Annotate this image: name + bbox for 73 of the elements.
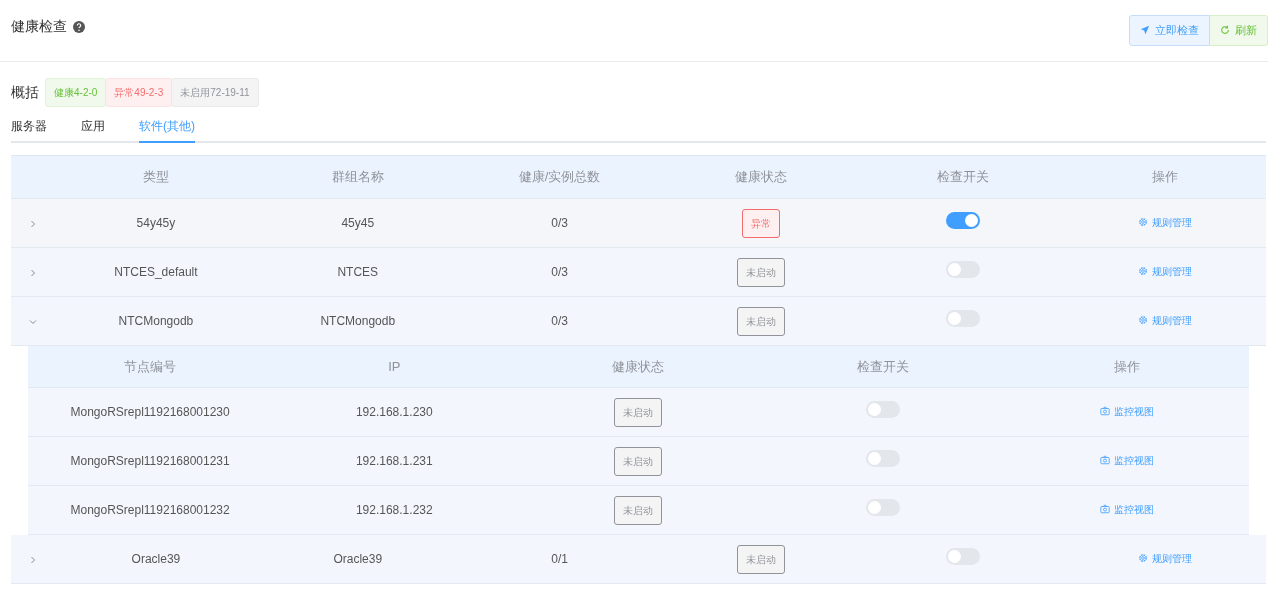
table-cell: MongoRSrepl1192168001231 xyxy=(70,454,230,468)
toggle-switch[interactable] xyxy=(946,261,981,278)
monitor-view-link[interactable]: 监控视图 xyxy=(1099,403,1154,419)
table-cell: MongoRSrepl1192168001230 xyxy=(70,405,230,419)
tab[interactable]: 服务器 xyxy=(11,117,47,141)
column-header: 检查开关 xyxy=(856,358,909,374)
table-cell: 0/1 xyxy=(551,552,568,566)
status-tag: 未启动 xyxy=(614,397,663,427)
column-header: 类型 xyxy=(142,169,169,185)
table-cell: Oracle39 xyxy=(333,552,383,566)
refresh-icon xyxy=(1220,25,1230,36)
gear-icon xyxy=(1138,217,1149,227)
status-tag: 未启动 xyxy=(614,446,663,476)
rule-manage-link[interactable]: 规则管理 xyxy=(1138,312,1193,328)
check-now-button[interactable]: 立即检查 xyxy=(1129,15,1210,46)
table-cell: 192.168.1.232 xyxy=(355,503,433,517)
table-cell: 0/3 xyxy=(551,314,568,328)
rule-manage-link[interactable]: 规则管理 xyxy=(1138,214,1193,230)
table-cell: NTCMongodb xyxy=(118,314,194,328)
summary-tag: 健康4-2-0 xyxy=(45,78,107,107)
table-cell: 45y45 xyxy=(341,216,375,230)
status-tag: 未启动 xyxy=(737,257,786,287)
toggle-switch[interactable] xyxy=(946,310,981,327)
summary-tag: 未启用72-19-11 xyxy=(171,78,259,107)
monitor-view-link[interactable]: 监控视图 xyxy=(1099,452,1154,468)
tab[interactable]: 应用 xyxy=(81,117,105,141)
toggle-switch[interactable] xyxy=(865,499,900,516)
camera-icon xyxy=(1099,406,1110,416)
toggle-switch[interactable] xyxy=(865,401,900,418)
camera-icon xyxy=(1099,504,1110,514)
toggle-switch[interactable] xyxy=(865,450,900,467)
chevron-right-icon[interactable] xyxy=(28,267,38,278)
table-cell: 192.168.1.231 xyxy=(355,454,433,468)
status-tag: 未启动 xyxy=(614,495,663,525)
rule-manage-link[interactable]: 规则管理 xyxy=(1138,263,1193,279)
send-icon xyxy=(1140,25,1150,36)
table-cell: NTCES_default xyxy=(114,265,198,279)
column-header: IP xyxy=(388,358,401,374)
refresh-button[interactable]: 刷新 xyxy=(1210,15,1268,46)
column-header: 操作 xyxy=(1113,358,1140,374)
table-cell: MongoRSrepl1192168001232 xyxy=(70,503,230,517)
rule-manage-link[interactable]: 规则管理 xyxy=(1138,550,1193,566)
table-cell: NTCMongodb xyxy=(320,314,396,328)
column-header: 节点编号 xyxy=(124,358,177,374)
column-header: 健康/实例总数 xyxy=(518,169,601,185)
gear-icon xyxy=(1138,553,1149,563)
tab[interactable]: 软件(其他) xyxy=(139,117,195,143)
column-header: 操作 xyxy=(1152,169,1179,185)
chevron-right-icon[interactable] xyxy=(28,218,38,229)
column-header: 群组名称 xyxy=(331,169,384,185)
help-icon xyxy=(73,20,85,33)
toggle-switch[interactable] xyxy=(946,548,981,565)
column-header: 健康状态 xyxy=(612,358,665,374)
table-cell: NTCES xyxy=(337,265,379,279)
gear-icon xyxy=(1138,266,1149,276)
page-title: 健康检查 xyxy=(11,17,67,36)
summary-label: 概括 xyxy=(11,83,39,102)
column-header: 健康状态 xyxy=(735,169,788,185)
status-tag: 未启动 xyxy=(737,544,786,574)
status-tag: 未启动 xyxy=(737,306,786,336)
table-cell: 0/3 xyxy=(551,265,568,279)
gear-icon xyxy=(1138,315,1149,325)
status-tag: 异常 xyxy=(742,208,781,238)
table-cell: 54y45y xyxy=(136,216,176,230)
table-cell: 0/3 xyxy=(551,216,568,230)
camera-icon xyxy=(1099,455,1110,465)
summary-tag: 异常49-2-3 xyxy=(105,78,173,107)
chevron-right-icon[interactable] xyxy=(28,554,38,565)
monitor-view-link[interactable]: 监控视图 xyxy=(1099,501,1154,517)
table-cell: Oracle39 xyxy=(131,552,181,566)
column-header: 检查开关 xyxy=(937,169,990,185)
table-cell: 192.168.1.230 xyxy=(355,405,433,419)
toggle-switch[interactable] xyxy=(946,212,981,229)
